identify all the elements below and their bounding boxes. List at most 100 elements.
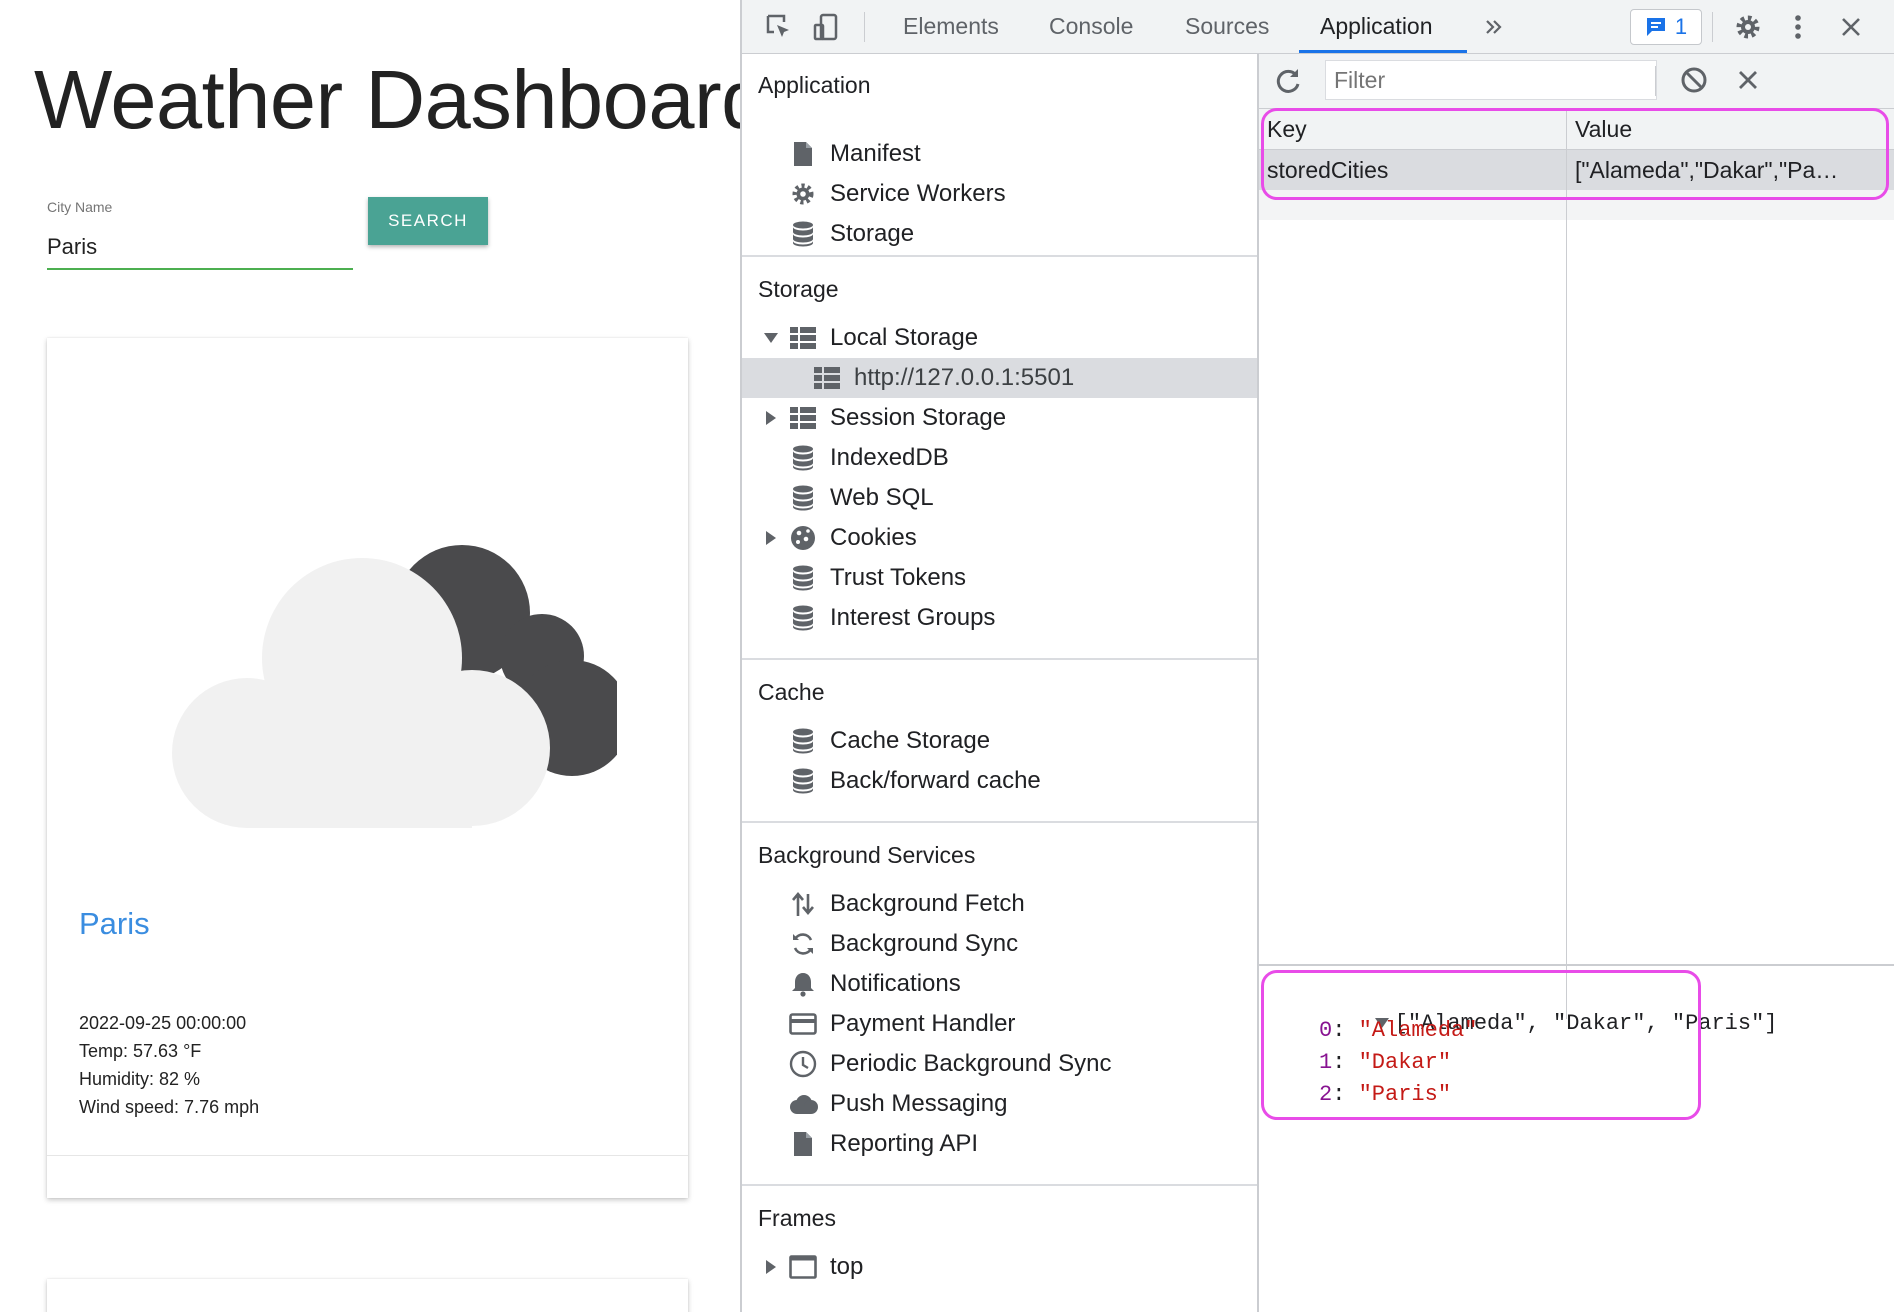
row-key[interactable]: storedCities (1259, 150, 1566, 190)
delete-selected-icon[interactable] (1731, 63, 1765, 97)
search-button[interactable]: SEARCH (368, 197, 488, 245)
local-storage-view: Key Value storedCities ["Alameda","Dakar… (1259, 54, 1894, 1312)
sidebar-item-label: Cache Storage (830, 727, 991, 754)
sidebar-item-manifest[interactable]: Manifest (742, 134, 1257, 174)
credit-card-icon (788, 1009, 818, 1039)
sidebar-item-label: Background Sync (830, 930, 1019, 957)
weather-dashboard-page: Weather Dashboard City Name SEARCH Paris… (0, 0, 740, 1312)
row-value[interactable]: ["Alameda","Dakar","Pa… (1567, 150, 1894, 190)
sidebar-item-background-sync[interactable]: Background Sync (742, 924, 1257, 964)
sidebar-item-label: Push Messaging (830, 1090, 1008, 1117)
expanded-triangle-icon[interactable] (764, 332, 778, 344)
table-grid-icon (788, 403, 818, 433)
sidebar-item-label: Reporting API (830, 1130, 979, 1157)
city-name-input[interactable] (47, 226, 353, 270)
collapsed-triangle-icon[interactable] (764, 531, 778, 545)
cookie-icon (788, 523, 818, 553)
column-divider[interactable] (1566, 109, 1567, 1019)
tab-application[interactable]: Application (1320, 0, 1433, 53)
sidebar-item-push-messaging[interactable]: Push Messaging (742, 1084, 1257, 1124)
storage-toolbar (1259, 54, 1894, 109)
sidebar-item-frame-top[interactable]: top (742, 1247, 1257, 1287)
collapsed-triangle-icon[interactable] (764, 1260, 778, 1274)
inspect-element-icon[interactable] (762, 10, 796, 44)
sidebar-item-indexeddb[interactable]: IndexedDB (742, 438, 1257, 478)
active-tab-indicator (1299, 50, 1467, 53)
sidebar-item-back-forward-cache[interactable]: Back/forward cache (742, 761, 1257, 801)
sidebar-item-payment-handler[interactable]: Payment Handler (742, 1004, 1257, 1044)
database-icon (788, 603, 818, 633)
database-icon (788, 443, 818, 473)
sidebar-item-cache-storage[interactable]: Cache Storage (742, 721, 1257, 761)
table-grid-icon (812, 363, 842, 393)
table-row[interactable]: storedCities ["Alameda","Dakar","Pa… (1259, 150, 1894, 190)
issues-badge[interactable]: 1 (1630, 9, 1702, 45)
key-value-table: Key Value storedCities ["Alameda","Dakar… (1259, 109, 1894, 1019)
sidebar-item-local-storage[interactable]: Local Storage (742, 318, 1257, 358)
tab-sources[interactable]: Sources (1185, 0, 1269, 53)
card-city-name[interactable]: Paris (79, 906, 150, 942)
device-toolbar-icon[interactable] (810, 10, 844, 44)
card-date: 2022-09-25 00:00:00 (79, 1013, 247, 1033)
sidebar-item-session-storage[interactable]: Session Storage (742, 398, 1257, 438)
sidebar-item-storage[interactable]: Storage (742, 214, 1257, 254)
database-icon (788, 726, 818, 756)
clock-icon (788, 1049, 818, 1079)
sidebar-item-background-fetch[interactable]: Background Fetch (742, 884, 1257, 924)
sidebar-item-web-sql[interactable]: Web SQL (742, 478, 1257, 518)
sidebar-item-label: IndexedDB (830, 444, 949, 471)
section-header-application: Application (758, 72, 871, 98)
close-devtools-icon[interactable] (1834, 10, 1868, 44)
settings-gear-icon[interactable] (1731, 10, 1765, 44)
column-header-key[interactable]: Key (1259, 109, 1566, 149)
frame-window-icon (788, 1252, 818, 1282)
cloud-icon (788, 1089, 818, 1119)
refresh-icon[interactable] (1271, 63, 1305, 97)
section-header-background-services: Background Services (758, 842, 976, 868)
sidebar-item-local-storage-origin[interactable]: http://127.0.0.1:5501 (742, 358, 1257, 398)
document-icon (788, 1129, 818, 1159)
sidebar-item-label: Storage (830, 220, 915, 247)
bell-icon (788, 969, 818, 999)
table-grid-icon (788, 323, 818, 353)
sidebar-item-label: Web SQL (830, 484, 934, 511)
devtools-toolbar: Elements Console Sources Application 1 (742, 0, 1894, 54)
entry-index: 2 (1319, 1082, 1333, 1107)
sidebar-item-cookies[interactable]: Cookies (742, 518, 1257, 558)
database-icon (788, 219, 818, 249)
sidebar-item-service-workers[interactable]: Service Workers (742, 174, 1257, 214)
application-sidebar: Application Manifest Service Workers Sto… (742, 54, 1259, 1312)
entry-value: "Dakar" (1358, 1050, 1452, 1075)
card-temp: Temp: 57.63 °F (79, 1041, 202, 1061)
preview-entry: 0: "Alameda" (1319, 1018, 1478, 1043)
sidebar-item-label: Local Storage (830, 324, 979, 351)
clear-all-icon[interactable] (1677, 63, 1711, 97)
preview-entry: 1: "Dakar" (1319, 1050, 1452, 1075)
card-divider (47, 1155, 688, 1156)
sidebar-item-label: Payment Handler (830, 1010, 1016, 1037)
devtools-panel: Elements Console Sources Application 1 A… (742, 0, 1894, 1312)
sidebar-item-trust-tokens[interactable]: Trust Tokens (742, 558, 1257, 598)
section-header-storage: Storage (758, 276, 839, 302)
sidebar-item-periodic-background-sync[interactable]: Periodic Background Sync (742, 1044, 1257, 1084)
city-name-label: City Name (47, 199, 113, 215)
sidebar-item-reporting-api[interactable]: Reporting API (742, 1124, 1257, 1164)
card-humidity: Humidity: 82 % (79, 1069, 201, 1089)
sidebar-item-interest-groups[interactable]: Interest Groups (742, 598, 1257, 638)
more-options-icon[interactable] (1781, 10, 1815, 44)
tab-elements[interactable]: Elements (903, 0, 999, 53)
collapsed-triangle-icon[interactable] (764, 411, 778, 425)
sidebar-item-label: Service Workers (830, 180, 1006, 207)
sidebar-item-label: Background Fetch (830, 890, 1025, 917)
sidebar-item-label: Periodic Background Sync (830, 1050, 1112, 1077)
database-icon (788, 766, 818, 796)
sidebar-item-notifications[interactable]: Notifications (742, 964, 1257, 1004)
preview-entry: 2: "Paris" (1319, 1082, 1452, 1107)
filter-input[interactable] (1325, 60, 1657, 100)
sync-icon (788, 929, 818, 959)
column-header-value[interactable]: Value (1567, 109, 1894, 149)
tab-console[interactable]: Console (1049, 0, 1133, 53)
weather-card: Paris 2022-09-25 00:00:00 Temp: 57.63 °F… (47, 338, 688, 1198)
more-tabs-chevron-icon[interactable] (1477, 10, 1511, 44)
weather-card (47, 1279, 688, 1312)
